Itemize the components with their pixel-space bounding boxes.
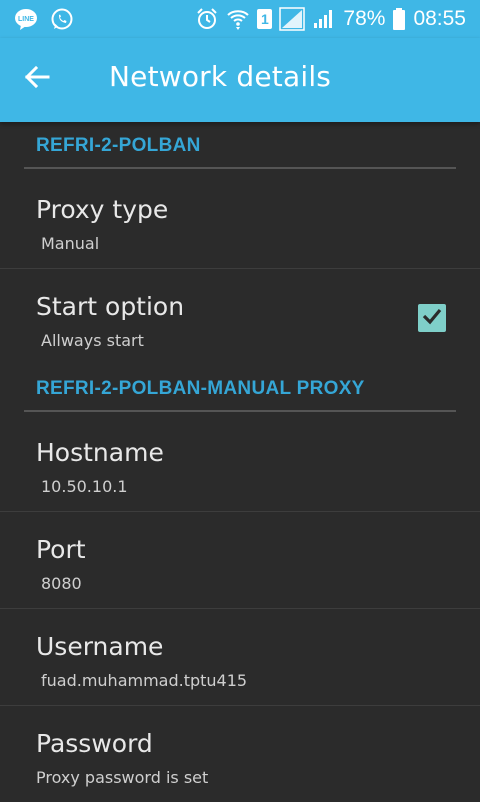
battery-icon bbox=[392, 7, 406, 31]
alarm-icon bbox=[195, 7, 219, 31]
section-header-manual-proxy: REFRI-2-POLBAN-MANUAL PROXY bbox=[0, 365, 480, 415]
status-left-icons: LINE bbox=[14, 7, 74, 31]
signal-icon bbox=[279, 7, 306, 31]
pref-title: Password bbox=[36, 729, 153, 758]
svg-text:LINE: LINE bbox=[18, 16, 34, 23]
pref-proxy-type[interactable]: Proxy type Manual bbox=[0, 172, 480, 269]
pref-title: Hostname bbox=[36, 438, 164, 467]
clock: 08:55 bbox=[413, 7, 466, 30]
pref-start-option[interactable]: Start option Allways start bbox=[0, 269, 480, 365]
line-icon: LINE bbox=[14, 7, 38, 31]
status-right-icons: 1 78% 08:55 bbox=[195, 3, 466, 35]
status-bar: LINE 1 78% 08:55 bbox=[0, 0, 480, 38]
pref-summary: Proxy password is set bbox=[36, 768, 209, 787]
divider bbox=[24, 167, 456, 169]
pref-summary: Allways start bbox=[41, 331, 144, 350]
signal-bars-icon bbox=[312, 7, 336, 31]
section-header-network: REFRI-2-POLBAN bbox=[0, 122, 480, 172]
pref-title: Proxy type bbox=[36, 195, 169, 224]
back-button[interactable] bbox=[14, 56, 60, 102]
app-bar: Network details bbox=[0, 38, 480, 122]
pref-summary: Manual bbox=[41, 234, 100, 253]
battery-percent: 78% bbox=[343, 7, 386, 30]
divider bbox=[24, 410, 456, 412]
pref-port[interactable]: Port 8080 bbox=[0, 512, 480, 609]
pref-summary: 10.50.10.1 bbox=[41, 477, 128, 496]
start-option-checkbox[interactable] bbox=[418, 304, 446, 332]
sim-icon: 1 bbox=[257, 9, 273, 29]
pref-password[interactable]: Password Proxy password is set bbox=[0, 706, 480, 802]
section-header-label: REFRI-2-POLBAN bbox=[36, 135, 201, 156]
pref-summary: 8080 bbox=[41, 574, 82, 593]
pref-title: Port bbox=[36, 535, 86, 564]
checkmark-icon bbox=[421, 305, 443, 331]
pref-username[interactable]: Username fuad.muhammad.tptu415 bbox=[0, 609, 480, 706]
pref-title: Username bbox=[36, 632, 164, 661]
section-header-label: REFRI-2-POLBAN-MANUAL PROXY bbox=[36, 378, 365, 399]
pref-hostname[interactable]: Hostname 10.50.10.1 bbox=[0, 415, 480, 512]
wifi-icon bbox=[226, 7, 250, 31]
pref-summary: fuad.muhammad.tptu415 bbox=[41, 671, 248, 690]
settings-list: REFRI-2-POLBAN Proxy type Manual Start o… bbox=[0, 122, 480, 802]
pref-title: Start option bbox=[36, 292, 185, 321]
back-arrow-icon bbox=[24, 64, 50, 94]
page-title: Network details bbox=[109, 60, 332, 93]
whatsapp-icon bbox=[50, 7, 74, 31]
